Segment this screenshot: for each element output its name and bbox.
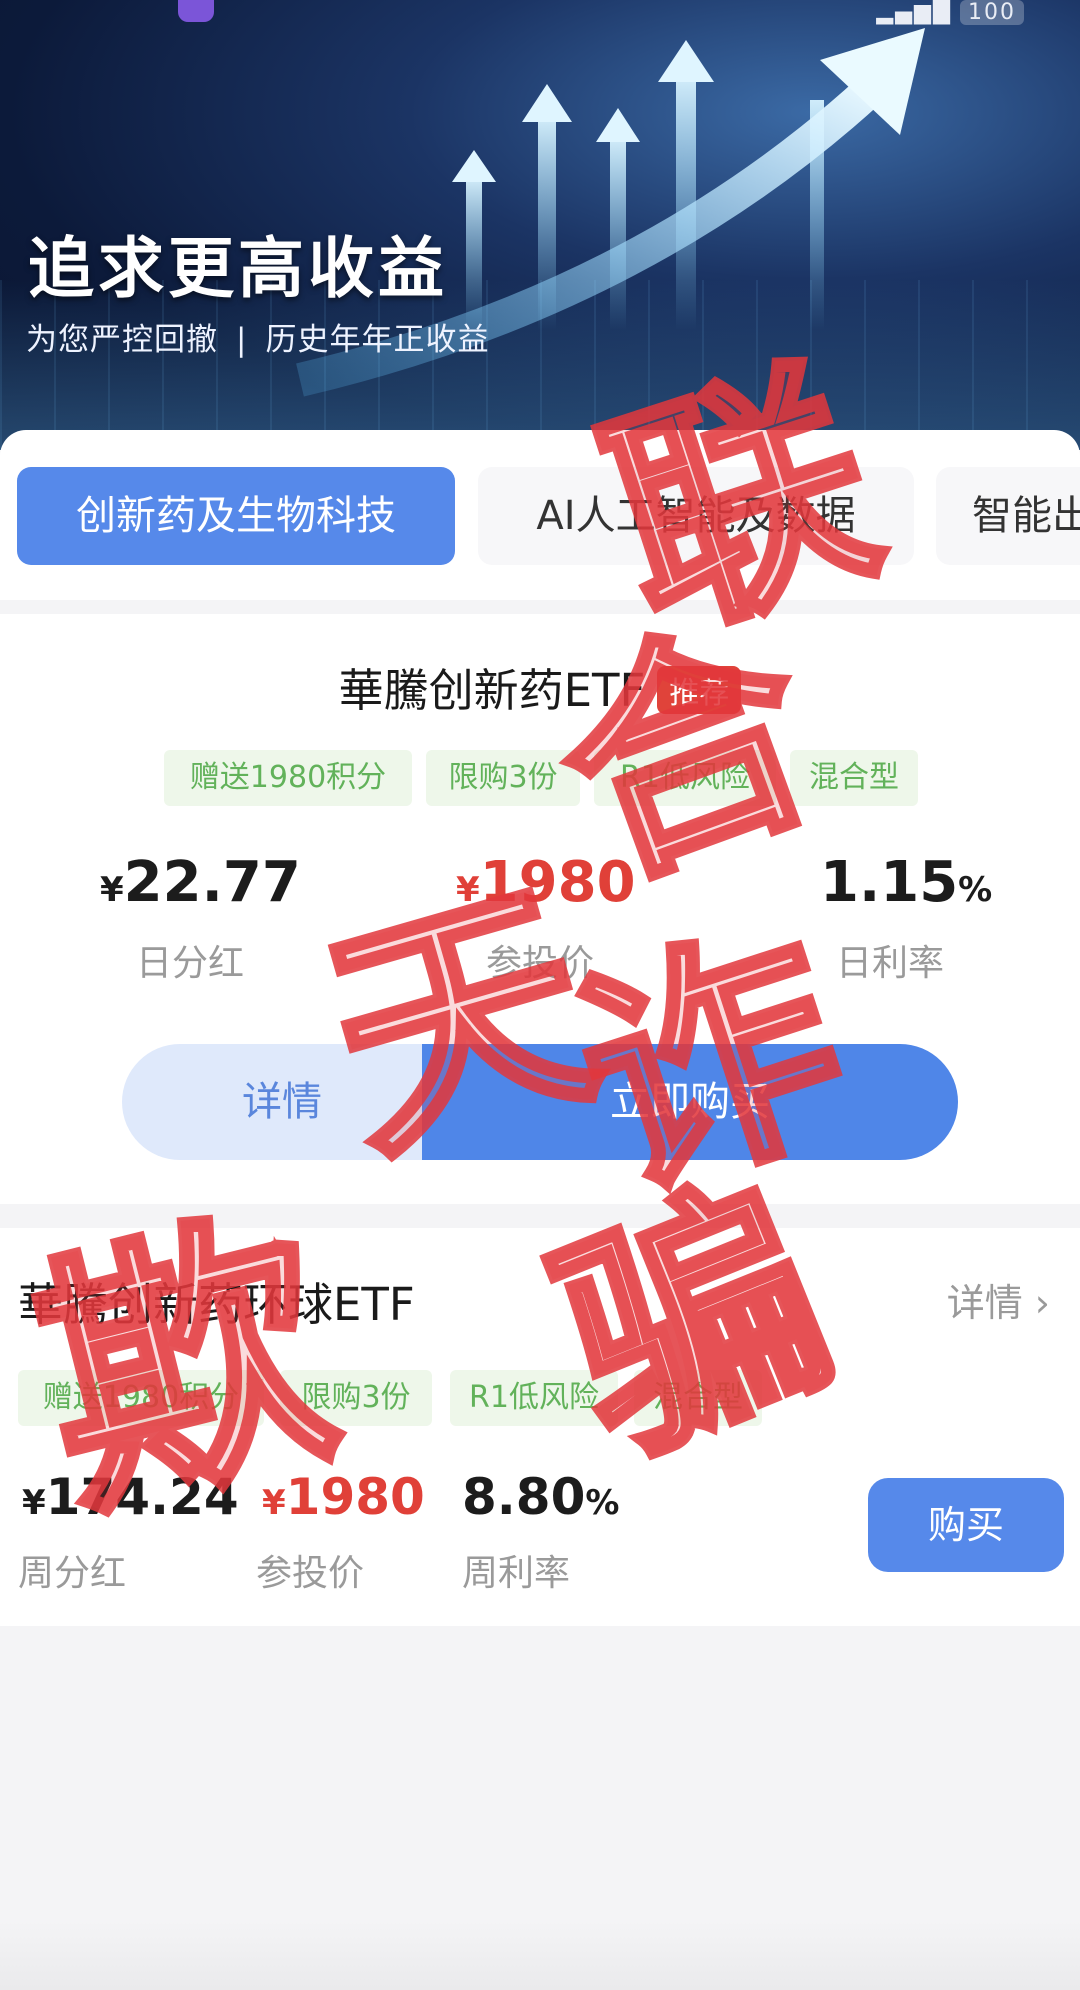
product-card-global-etf[interactable]: 華騰创新药环球ETF 详情 › 赠送1980积分 限购3份 R1低风险 混合型 …	[0, 1228, 1080, 1626]
tag-purchase-limit: 限购3份	[280, 1370, 432, 1426]
hero-title: 追求更高收益	[28, 230, 448, 307]
daily-rate-label: 日利率	[835, 943, 944, 984]
status-indicators: ▂▄▆█ 100	[876, 0, 1024, 25]
featured-product-card: 華騰创新药ETF 推荐 赠送1980积分 限购3份 R1低风险 混合型 ¥22.7…	[0, 614, 1080, 1204]
investment-price-value: ¥1980	[456, 850, 636, 915]
weekly-dividend-label: 周分红	[18, 1553, 127, 1594]
tag-bonus-points: 赠送1980积分	[18, 1370, 264, 1426]
investment-price-label: 参投价	[256, 1553, 365, 1594]
weekly-dividend-value: ¥174.24	[22, 1468, 239, 1526]
detail-button[interactable]: 详情	[122, 1044, 422, 1160]
recommend-badge: 推荐	[657, 666, 742, 714]
tab-smart[interactable]: 智能出	[936, 467, 1080, 565]
weekly-rate-label: 周利率	[462, 1553, 571, 1594]
tag-purchase-limit: 限购3份	[426, 750, 580, 806]
tag-risk-level: R1低风险	[450, 1370, 618, 1426]
daily-dividend-value: ¥22.77	[100, 850, 301, 915]
featured-product-title: 華騰创新药ETF 推荐	[0, 654, 1080, 719]
buy-button[interactable]: 购买	[868, 1478, 1064, 1572]
category-tabs: 创新药及生物科技 AI人工智能及数据 智能出	[0, 430, 1080, 600]
bottom-area	[0, 1920, 1080, 1990]
hero-subtitle: 为您严控回撤 | 历史年年正收益	[26, 314, 489, 359]
investment-price-label: 参投价	[485, 943, 594, 984]
product-title: 華騰创新药环球ETF	[18, 1278, 415, 1331]
hero-subtitle-right: 历史年年正收益	[265, 322, 490, 358]
battery-icon: 100	[960, 0, 1024, 25]
hero-subtitle-left: 为您严控回撤	[26, 322, 218, 358]
investment-price-value: ¥1980	[262, 1468, 425, 1526]
weekly-rate-value: 8.80%	[462, 1468, 620, 1526]
daily-rate-value: 1.15%	[820, 850, 993, 915]
product-detail-link[interactable]: 详情 ›	[947, 1272, 1050, 1327]
status-bar: ▂▄▆█ 100	[0, 0, 1080, 26]
featured-action-buttons: 详情 立即购买	[122, 1044, 958, 1160]
daily-dividend-label: 日分红	[135, 943, 244, 984]
hero-banner: ▂▄▆█ 100 追求更高收益 为您严控回撤 | 历史年年正收益	[0, 0, 1080, 450]
tag-bonus-points: 赠送1980积分	[164, 750, 412, 806]
hero-subtitle-separator: |	[236, 322, 248, 358]
app-icon	[178, 0, 214, 22]
signal-wifi-icon: ▂▄▆█	[876, 0, 952, 25]
featured-product-name: 華騰创新药ETF	[338, 664, 646, 717]
tab-ai-data[interactable]: AI人工智能及数据	[478, 467, 914, 565]
buy-now-button[interactable]: 立即购买	[422, 1044, 958, 1160]
tab-innovative-drugs[interactable]: 创新药及生物科技	[17, 467, 455, 565]
tag-fund-type: 混合型	[790, 750, 918, 806]
tag-risk-level: R1低风险	[594, 750, 776, 806]
tag-fund-type: 混合型	[634, 1370, 762, 1426]
